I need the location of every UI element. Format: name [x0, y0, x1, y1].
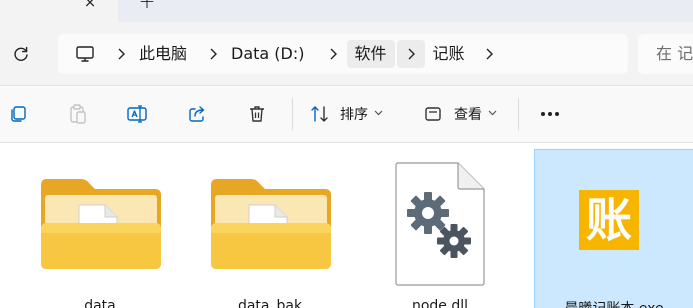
breadcrumb-separator-icon[interactable] — [396, 40, 425, 68]
refresh-button[interactable] — [8, 41, 34, 67]
gear-icon — [407, 192, 449, 234]
close-tab-icon[interactable]: × — [82, 0, 98, 11]
gear-icon — [437, 224, 471, 258]
new-tab-button[interactable]: + — [138, 0, 156, 13]
more-options-button[interactable] — [538, 103, 562, 125]
breadcrumb-separator-icon[interactable] — [199, 40, 227, 68]
trash-icon — [250, 106, 264, 122]
view-icon — [425, 107, 441, 121]
file-item-app-exe[interactable]: 账 晨曦记账本.exe — [534, 149, 693, 308]
search-input[interactable]: 在 记 — [638, 34, 693, 74]
breadcrumb[interactable]: 此电脑 Data (D:) 软件 记账 — [58, 34, 628, 74]
share-icon — [189, 106, 205, 122]
active-tab[interactable] — [0, 0, 118, 22]
sort-menu-button[interactable]: 排序 — [310, 101, 383, 127]
view-label: 查看 — [454, 107, 482, 123]
sort-icon — [311, 106, 328, 122]
delete-button[interactable] — [246, 103, 268, 125]
dll-file-icon — [395, 162, 485, 286]
file-item-data-bak[interactable]: data_bak — [193, 149, 347, 308]
chevron-down-icon — [374, 109, 383, 119]
sort-label: 排序 — [340, 107, 368, 123]
command-bar: 排序 查看 — [0, 86, 693, 142]
breadcrumb-separator-icon[interactable] — [319, 40, 347, 68]
breadcrumb-software[interactable]: 软件 — [346, 40, 395, 68]
app-icon: 账 — [579, 190, 639, 250]
folder-icon — [41, 179, 161, 269]
folder-icon — [211, 179, 331, 269]
file-list: data data_bak node.dll 账 — [0, 142, 693, 308]
rename-button[interactable] — [126, 103, 148, 125]
breadcrumb-separator-icon[interactable] — [475, 40, 503, 68]
rename-icon — [127, 105, 147, 123]
breadcrumb-accounting[interactable]: 记账 — [429, 40, 469, 68]
more-dot — [555, 112, 559, 116]
file-name: data_bak — [237, 298, 303, 308]
chevron-down-icon — [488, 109, 497, 119]
file-name: node.dll — [411, 298, 469, 308]
breadcrumb-data-drive[interactable]: Data (D:) — [227, 40, 308, 68]
toolbar-divider — [292, 98, 293, 130]
refresh-icon — [14, 46, 28, 61]
file-name: data — [84, 298, 116, 308]
file-item-data[interactable]: data — [23, 149, 177, 308]
more-dot — [548, 112, 552, 116]
address-row: 此电脑 Data (D:) 软件 记账 在 记 — [0, 22, 693, 86]
file-name: 晨曦记账本.exe — [535, 298, 693, 308]
paste-icon — [70, 104, 86, 124]
file-item-node-dll[interactable]: node.dll — [363, 149, 517, 308]
toolbar-divider — [518, 98, 519, 130]
more-dot — [541, 112, 545, 116]
this-pc-icon[interactable] — [75, 44, 95, 64]
share-button[interactable] — [186, 103, 208, 125]
copy-button[interactable] — [7, 103, 29, 125]
tab-strip: × + — [0, 0, 693, 22]
paste-button[interactable] — [67, 103, 89, 125]
view-menu-button[interactable]: 查看 — [424, 101, 497, 127]
breadcrumb-this-pc[interactable]: 此电脑 — [135, 40, 191, 68]
copy-icon — [11, 106, 26, 122]
breadcrumb-separator-icon[interactable] — [107, 40, 135, 68]
